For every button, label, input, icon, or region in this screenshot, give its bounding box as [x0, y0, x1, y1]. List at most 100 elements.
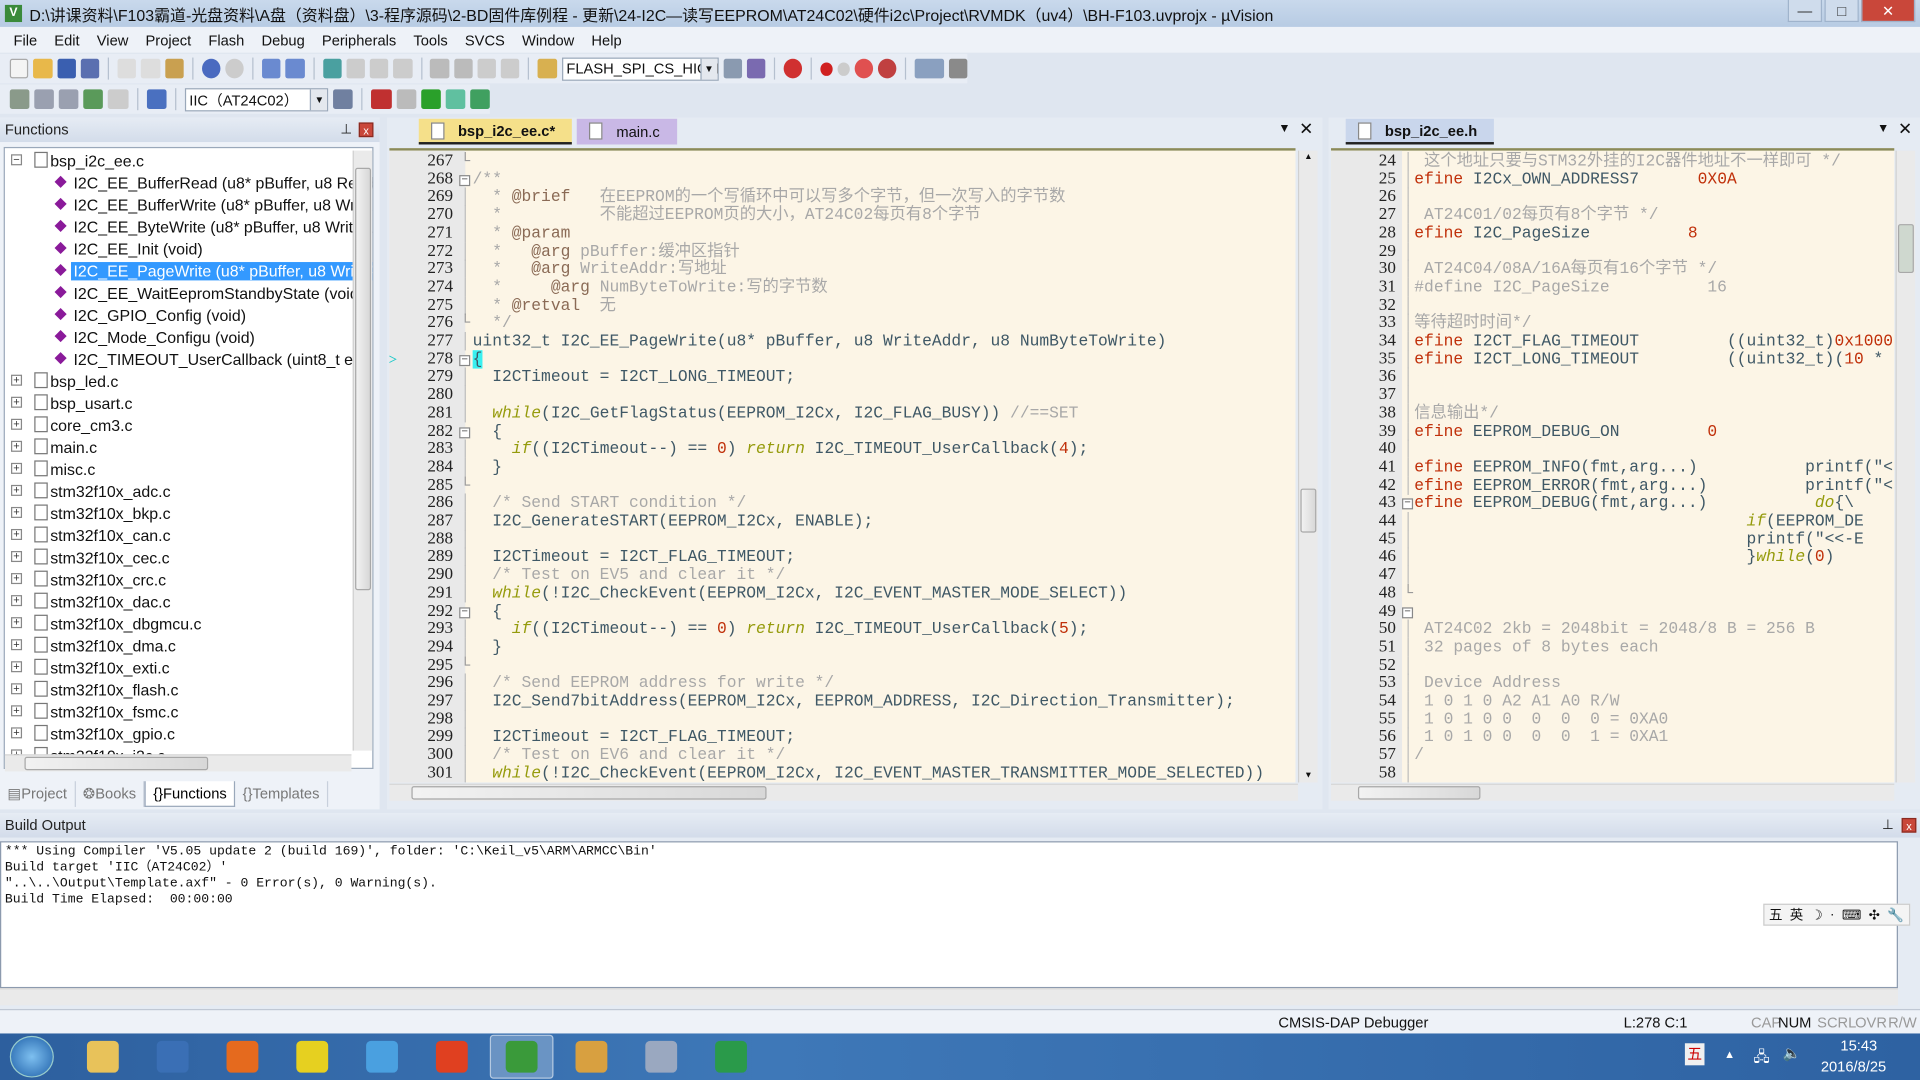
expand-icon[interactable]: + — [11, 661, 23, 673]
build-output-text[interactable]: *** Using Compiler 'V5.05 update 2 (buil… — [0, 841, 1898, 989]
panel-tab-templates[interactable]: {} Templates — [235, 780, 329, 807]
tree-file-node[interactable]: + stm32f10x_can.c — [5, 524, 360, 546]
menu-peripherals[interactable]: Peripherals — [313, 31, 404, 48]
code-line[interactable]: 47 │ — [1331, 566, 1894, 585]
collapse-icon[interactable]: − — [11, 154, 23, 166]
fold-collapse-icon[interactable]: − — [1402, 606, 1414, 618]
clock-date[interactable]: 2016/8/25 — [1821, 1058, 1886, 1075]
menu-debug[interactable]: Debug — [253, 31, 313, 48]
find-in-files-icon[interactable] — [537, 58, 557, 79]
tree-file-node[interactable]: + stm32f10x_bkp.c — [5, 502, 360, 524]
build-output-horizontal-scrollbar[interactable] — [0, 988, 1898, 1006]
code-line[interactable]: 58 │ — [1331, 764, 1894, 782]
redo-icon[interactable] — [225, 58, 244, 79]
fold-collapse-icon[interactable]: − — [459, 426, 471, 438]
code-line[interactable]: 283 │ if((I2CTimeout--) == 0) return I2C_… — [389, 440, 1295, 459]
code-line[interactable]: 42 │ efine EEPROM_ERROR(fmt,arg...) printf… — [1331, 476, 1894, 495]
comment-icon[interactable] — [477, 58, 497, 79]
scroll-thumb[interactable] — [411, 786, 767, 800]
tree-file-node[interactable]: + stm32f10x_adc.c — [5, 480, 360, 502]
code-line[interactable]: 292− { — [389, 602, 1295, 621]
editor-side-horizontal-scrollbar[interactable] — [1331, 783, 1895, 801]
tree-function-node[interactable]: I2C_EE_BufferWrite (u8* pBuffer, u8 Writ… — [5, 193, 372, 215]
code-line[interactable]: 300 │ /* Test on EV6 and clear it */ — [389, 746, 1295, 765]
code-line[interactable]: 57 │ / — [1331, 746, 1894, 765]
tree-file-node[interactable]: − bsp_i2c_ee.c — [5, 149, 360, 171]
tree-file-node[interactable]: + stm32f10x_exti.c — [5, 656, 360, 678]
new-file-icon[interactable] — [9, 58, 29, 79]
fold-collapse-icon[interactable]: − — [459, 174, 471, 186]
tree-function-node[interactable]: I2C_TIMEOUT_UserCallback (uint8_t errorC… — [5, 348, 372, 370]
menu-window[interactable]: Window — [513, 31, 582, 48]
code-line[interactable]: 282− { — [389, 422, 1295, 441]
code-line[interactable]: 27 │ AT24C01/02每页有8个字节 */ — [1331, 206, 1894, 225]
scroll-thumb[interactable] — [24, 756, 209, 771]
code-line[interactable]: 296 │ /* Send EEPROM address for write */ — [389, 674, 1295, 693]
code-area-bsp-i2c-ee-c[interactable]: 267 └ 268−/** 269 │ * @brief 在EEPROM的一个写循环中可… — [389, 148, 1296, 783]
tree-function-node[interactable]: I2C_EE_BufferRead (u8* pBuffer, u8 ReadA… — [5, 171, 372, 193]
close-button[interactable]: ✕ — [1861, 0, 1916, 23]
code-line[interactable]: 36 │ — [1331, 368, 1894, 387]
taskbar-app-firefox[interactable] — [211, 1035, 275, 1079]
ime-button-3[interactable]: · — [1830, 907, 1834, 922]
undo-icon[interactable] — [201, 58, 221, 79]
code-line[interactable]: 40 │ — [1331, 440, 1894, 459]
code-line[interactable]: 290 │ /* Test on EV5 and clear it */ — [389, 566, 1295, 585]
manage-project-icon[interactable] — [371, 89, 392, 109]
enable-breakpoint-icon[interactable] — [837, 61, 850, 76]
ime-button-0[interactable]: 五 — [1769, 905, 1782, 925]
code-line[interactable]: 297 │ I2C_Send7bitAddress(EEPROM_I2Cx, EE… — [389, 692, 1295, 711]
save-all-icon[interactable] — [80, 58, 100, 79]
chevron-down-icon[interactable]: ▼ — [699, 58, 717, 79]
code-line[interactable]: 41 │ efine EEPROM_INFO(fmt,arg...) printf(… — [1331, 458, 1894, 477]
find-combo[interactable]: FLASH_SPI_CS_HIGH ▼ — [561, 56, 719, 81]
code-line[interactable]: 298 │ — [389, 710, 1295, 729]
tree-file-node[interactable]: + bsp_led.c — [5, 370, 360, 392]
scroll-thumb[interactable] — [1300, 488, 1317, 533]
code-line[interactable]: 55 │ 1 0 1 0 0 0 0 0 = 0XA0 — [1331, 710, 1894, 729]
incremental-find-icon[interactable] — [746, 58, 766, 79]
taskbar-app-qq-browser[interactable] — [350, 1035, 414, 1079]
fold-collapse-icon[interactable]: − — [459, 354, 471, 366]
expand-icon[interactable]: + — [11, 374, 23, 386]
expand-icon[interactable]: + — [11, 639, 23, 651]
debug-session-icon[interactable] — [783, 58, 803, 79]
close-panel-icon[interactable]: x — [1901, 817, 1917, 833]
ime-button-1[interactable]: 英 — [1790, 905, 1803, 925]
ime-button-5[interactable]: ✣ — [1869, 907, 1880, 923]
start-button[interactable] — [9, 1035, 54, 1078]
menu-file[interactable]: File — [5, 31, 46, 48]
code-line[interactable]: 33 │ 等待超时时间*/ — [1331, 314, 1894, 333]
expand-icon[interactable]: + — [11, 484, 23, 496]
menu-flash[interactable]: Flash — [200, 31, 253, 48]
fold-collapse-icon[interactable]: − — [459, 606, 471, 618]
manage-components-icon[interactable] — [470, 89, 490, 109]
code-line[interactable]: 284 │ } — [389, 458, 1295, 477]
scroll-thumb[interactable] — [1357, 786, 1481, 800]
manage-rte-icon[interactable] — [445, 89, 466, 109]
expand-icon[interactable]: + — [11, 705, 23, 717]
code-line[interactable]: 279 │ I2CTimeout = I2CT_LONG_TIMEOUT; — [389, 368, 1295, 387]
panel-tab-project[interactable]: ▤ Project — [0, 780, 76, 807]
batch-build-icon[interactable] — [83, 89, 104, 109]
taskbar-app-green-c-app[interactable] — [699, 1035, 763, 1079]
code-line[interactable]: 275 │ * @retval 无 — [389, 296, 1295, 315]
configure-icon[interactable] — [948, 58, 968, 79]
code-line[interactable]: 277 │ uint32_t I2C_EE_PageWrite(u8* pBuffe… — [389, 332, 1295, 351]
network-icon[interactable]: 🖧 — [1753, 1046, 1769, 1072]
rebuild-icon[interactable] — [59, 89, 79, 109]
tree-file-node[interactable]: + stm32f10x_fsmc.c — [5, 700, 360, 722]
taskbar-app-fire-app[interactable] — [560, 1035, 624, 1079]
code-line[interactable]: 53 │ Device Address — [1331, 674, 1894, 693]
expand-icon[interactable]: + — [11, 396, 23, 408]
editor-side-vertical-scrollbar[interactable] — [1895, 150, 1916, 783]
code-line[interactable]: 38 │ 信息输出*/ — [1331, 404, 1894, 423]
tree-vertical-scrollbar[interactable] — [352, 150, 373, 751]
code-line[interactable]: 288 │ — [389, 530, 1295, 549]
code-line[interactable]: 44 │ if(EEPROM_DE — [1331, 512, 1894, 531]
code-line[interactable]: 281 │ while(I2C_GetFlagStatus(EEPROM_I2Cx… — [389, 404, 1295, 423]
tree-function-node[interactable]: I2C_Mode_Configu (void) — [5, 326, 360, 348]
menu-edit[interactable]: Edit — [46, 31, 88, 48]
tree-function-node[interactable]: I2C_EE_PageWrite (u8* pBuffer, u8 WriteA… — [5, 260, 373, 282]
code-line[interactable]: 289 │ I2CTimeout = I2CT_FLAG_TIMEOUT; — [389, 548, 1295, 567]
